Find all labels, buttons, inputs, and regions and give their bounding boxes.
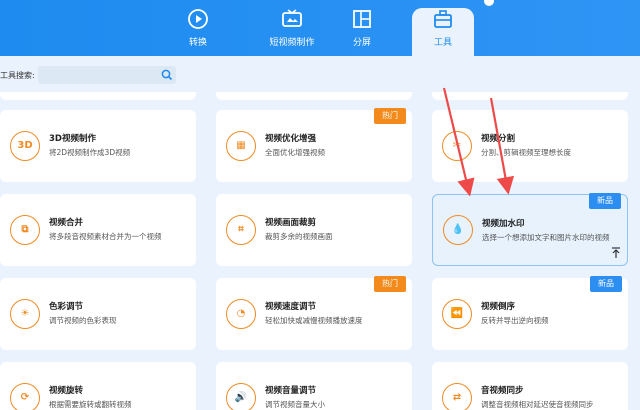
tool-search-label: 工具搜索: bbox=[0, 71, 35, 80]
top-nav-bar: 转换 短视频制作 分屏 工具 bbox=[0, 0, 640, 56]
tool-card-desc: 将多段音视频素材合并为一个视频 bbox=[49, 232, 162, 241]
tool-card-title: 视频音量调节 bbox=[265, 386, 317, 396]
crop-icon: ⌗ bbox=[226, 215, 256, 245]
tab-tools[interactable]: 工具 bbox=[412, 8, 474, 56]
search-icon[interactable] bbox=[161, 69, 173, 81]
tool-card-desc: 分割、剪辑视频至理想长度 bbox=[481, 148, 571, 157]
tool-card-desc: 将2D视频制作成3D视频 bbox=[49, 148, 131, 157]
tool-card-video-watermark[interactable]: 💧 视频加水印 选择一个想添加文字和图片水印的视频 新品 bbox=[432, 193, 628, 266]
card-partial bbox=[432, 92, 628, 100]
hot-badge: 热门 bbox=[374, 276, 406, 292]
tool-card-video-merge[interactable]: ⧉ 视频合并 将多段音视频素材合并为一个视频 bbox=[0, 194, 196, 266]
tv-icon bbox=[282, 9, 302, 27]
tool-card-desc: 调整音视频相对延迟使音视频同步 bbox=[481, 400, 594, 409]
tool-card-video-rotate[interactable]: ⟳ 视频旋转 根据需要旋转或翻转视频 bbox=[0, 362, 196, 410]
tool-card-title: 音视频同步 bbox=[481, 386, 524, 396]
hot-badge: 热门 bbox=[374, 108, 406, 124]
color-adjust-icon: ☀ bbox=[10, 299, 40, 329]
pin-to-top-icon[interactable] bbox=[611, 247, 621, 259]
new-badge: 新品 bbox=[589, 193, 621, 209]
new-badge: 新品 bbox=[590, 276, 622, 292]
tool-card-desc: 选择一个想添加文字和图片水印的视频 bbox=[482, 233, 610, 242]
tool-card-desc: 调节视频的色彩表现 bbox=[49, 316, 117, 325]
tool-search-row: 工具搜索: bbox=[0, 66, 640, 86]
3d-icon: 3D bbox=[10, 131, 40, 161]
tool-card-title: 视频倒序 bbox=[481, 302, 516, 312]
convert-icon bbox=[188, 9, 208, 29]
reverse-icon: ⏪ bbox=[442, 299, 472, 329]
tab-tools-label: 工具 bbox=[433, 38, 452, 48]
tool-card-title: 视频速度调节 bbox=[265, 302, 317, 312]
tab-split-screen-label: 分屏 bbox=[352, 38, 371, 48]
rotate-icon: ⟳ bbox=[10, 383, 40, 410]
tab-short-video-label: 短视频制作 bbox=[269, 38, 315, 48]
card-partial bbox=[216, 92, 412, 100]
merge-icon: ⧉ bbox=[10, 215, 40, 245]
tab-short-video[interactable]: 短视频制作 bbox=[254, 8, 330, 56]
tool-card-title: 视频加水印 bbox=[482, 219, 525, 229]
tab-convert-label: 转换 bbox=[188, 38, 207, 48]
film-enhance-icon: ▦ bbox=[226, 131, 256, 161]
account-avatar-icon[interactable] bbox=[484, 0, 494, 6]
tab-convert[interactable]: 转换 bbox=[168, 8, 228, 56]
tool-card-title: 视频合并 bbox=[49, 218, 84, 228]
speed-gauge-icon: ◔ bbox=[226, 299, 256, 329]
tool-card-video-split[interactable]: ✂ 视频分割 分割、剪辑视频至理想长度 bbox=[432, 110, 628, 182]
av-sync-icon: ⇄ bbox=[442, 383, 472, 410]
tool-card-title: 视频优化增强 bbox=[265, 134, 317, 144]
tool-card-title: 色彩调节 bbox=[49, 302, 84, 312]
volume-icon: 🔊 bbox=[226, 383, 256, 410]
tool-card-desc: 根据需要旋转或翻转视频 bbox=[49, 400, 132, 409]
tool-card-video-crop[interactable]: ⌗ 视频画面裁剪 裁剪多余的视频画面 bbox=[216, 194, 412, 266]
watermark-drop-icon: 💧 bbox=[443, 215, 473, 245]
tool-card-desc: 全面优化增强视频 bbox=[265, 148, 325, 157]
tool-card-desc: 轻松加快或减慢视频播放速度 bbox=[265, 316, 363, 325]
toolbox-icon bbox=[434, 10, 452, 28]
tool-card-video-enhance[interactable]: ▦ 视频优化增强 全面优化增强视频 热门 bbox=[216, 108, 412, 182]
tab-split-screen[interactable]: 分屏 bbox=[332, 8, 392, 56]
tool-card-desc: 裁剪多余的视频画面 bbox=[265, 232, 333, 241]
tool-card-color-adjust[interactable]: ☀ 色彩调节 调节视频的色彩表现 bbox=[0, 278, 196, 350]
scissors-icon: ✂ bbox=[442, 131, 472, 161]
tool-search-input[interactable] bbox=[38, 66, 176, 84]
tool-card-video-reverse[interactable]: ⏪ 视频倒序 反转并导出逆向视频 新品 bbox=[432, 276, 628, 350]
tool-card-3d-video[interactable]: 3D 3D视频制作 将2D视频制作成3D视频 bbox=[0, 110, 196, 182]
card-partial bbox=[0, 92, 196, 100]
tool-card-video-speed[interactable]: ◔ 视频速度调节 轻松加快或减慢视频播放速度 热门 bbox=[216, 276, 412, 350]
tool-card-title: 3D视频制作 bbox=[49, 134, 96, 144]
tool-card-av-sync[interactable]: ⇄ 音视频同步 调整音视频相对延迟使音视频同步 bbox=[432, 362, 628, 410]
tool-card-title: 视频画面裁剪 bbox=[265, 218, 317, 228]
split-screen-icon bbox=[353, 10, 371, 28]
tool-card-video-volume[interactable]: 🔊 视频音量调节 调节视频音量大小 bbox=[216, 362, 412, 410]
tool-card-desc: 调节视频音量大小 bbox=[265, 400, 325, 409]
tool-card-desc: 反转并导出逆向视频 bbox=[481, 316, 549, 325]
tool-card-title: 视频旋转 bbox=[49, 386, 84, 396]
tool-card-title: 视频分割 bbox=[481, 134, 516, 144]
